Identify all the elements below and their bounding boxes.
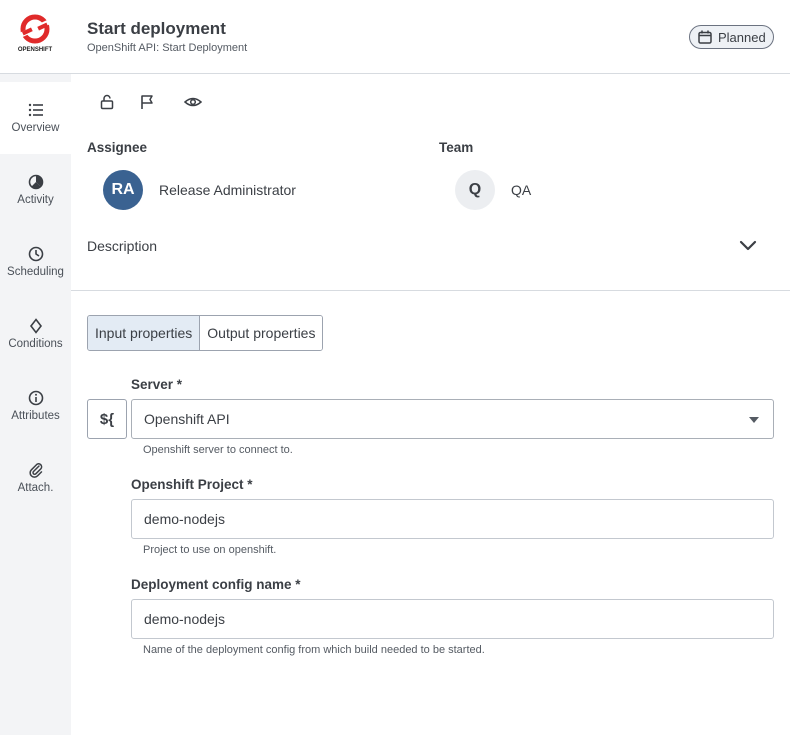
flag-icon[interactable] xyxy=(137,92,157,112)
server-helper-text: Openshift server to connect to. xyxy=(143,444,293,456)
variable-toggle-button[interactable]: ${ xyxy=(87,399,127,439)
divider xyxy=(71,290,790,291)
sidebar-item-activity[interactable]: Activity xyxy=(0,154,71,226)
pie-chart-icon xyxy=(28,174,43,190)
description-label[interactable]: Description xyxy=(87,238,157,254)
chevron-down-icon[interactable] xyxy=(738,238,758,254)
properties-tabs: Input properties Output properties xyxy=(87,315,324,351)
paperclip-icon xyxy=(28,463,42,478)
svg-text:OPENSHIFT: OPENSHIFT xyxy=(18,47,53,53)
sidebar-item-conditions[interactable]: Conditions xyxy=(0,298,71,370)
unlock-icon[interactable] xyxy=(97,92,117,112)
sidebar-item-scheduling[interactable]: Scheduling xyxy=(0,226,71,298)
team-name[interactable]: QA xyxy=(511,182,531,198)
sidebar-item-label: Overview xyxy=(11,122,60,134)
sidebar-item-attributes[interactable]: Attributes xyxy=(0,370,71,442)
header: OPENSHIFT Start deployment OpenShift API… xyxy=(0,0,790,74)
sidebar-item-label: Activity xyxy=(17,194,54,206)
sidebar: Overview Activity Scheduling Conditions … xyxy=(0,74,71,735)
deployment-config-input[interactable]: demo-nodejs xyxy=(131,599,774,639)
project-input[interactable]: demo-nodejs xyxy=(131,499,774,539)
clock-icon xyxy=(28,246,43,262)
deployment-config-label: Deployment config name * xyxy=(131,577,301,592)
page-title: Start deployment xyxy=(87,19,226,38)
status-label: Planned xyxy=(718,29,766,45)
server-label: Server * xyxy=(131,377,183,392)
server-select[interactable]: Openshift API xyxy=(131,399,774,439)
tab-output-properties[interactable]: Output properties xyxy=(200,316,323,350)
diamond-icon xyxy=(29,318,42,334)
list-icon xyxy=(28,103,43,117)
sidebar-item-label: Scheduling xyxy=(7,266,64,278)
project-helper-text: Project to use on openshift. xyxy=(143,544,277,556)
sidebar-item-attachments[interactable]: Attach. xyxy=(0,442,71,514)
eye-icon[interactable] xyxy=(183,92,203,112)
assignee-heading: Assignee xyxy=(87,140,148,155)
sidebar-item-label: Attach. xyxy=(17,482,54,494)
status-badge[interactable]: Planned xyxy=(689,25,774,49)
calendar-icon xyxy=(698,30,712,44)
caret-down-icon xyxy=(749,417,759,423)
assignee-name[interactable]: Release Administrator xyxy=(159,182,296,198)
avatar: RA xyxy=(103,170,143,210)
sidebar-item-overview[interactable]: Overview xyxy=(0,82,71,154)
sidebar-item-label: Conditions xyxy=(8,338,63,350)
tab-input-properties[interactable]: Input properties xyxy=(88,316,201,350)
sidebar-item-label: Attributes xyxy=(11,410,60,422)
team-heading: Team xyxy=(439,140,474,155)
openshift-logo: OPENSHIFT xyxy=(17,13,53,55)
project-label: Openshift Project * xyxy=(131,477,253,492)
team-avatar: Q xyxy=(455,170,495,210)
deployment-config-helper-text: Name of the deployment config from which… xyxy=(143,644,485,656)
page-subtitle: OpenShift API: Start Deployment xyxy=(87,42,248,54)
info-icon xyxy=(28,390,43,406)
server-select-value: Openshift API xyxy=(144,411,230,427)
